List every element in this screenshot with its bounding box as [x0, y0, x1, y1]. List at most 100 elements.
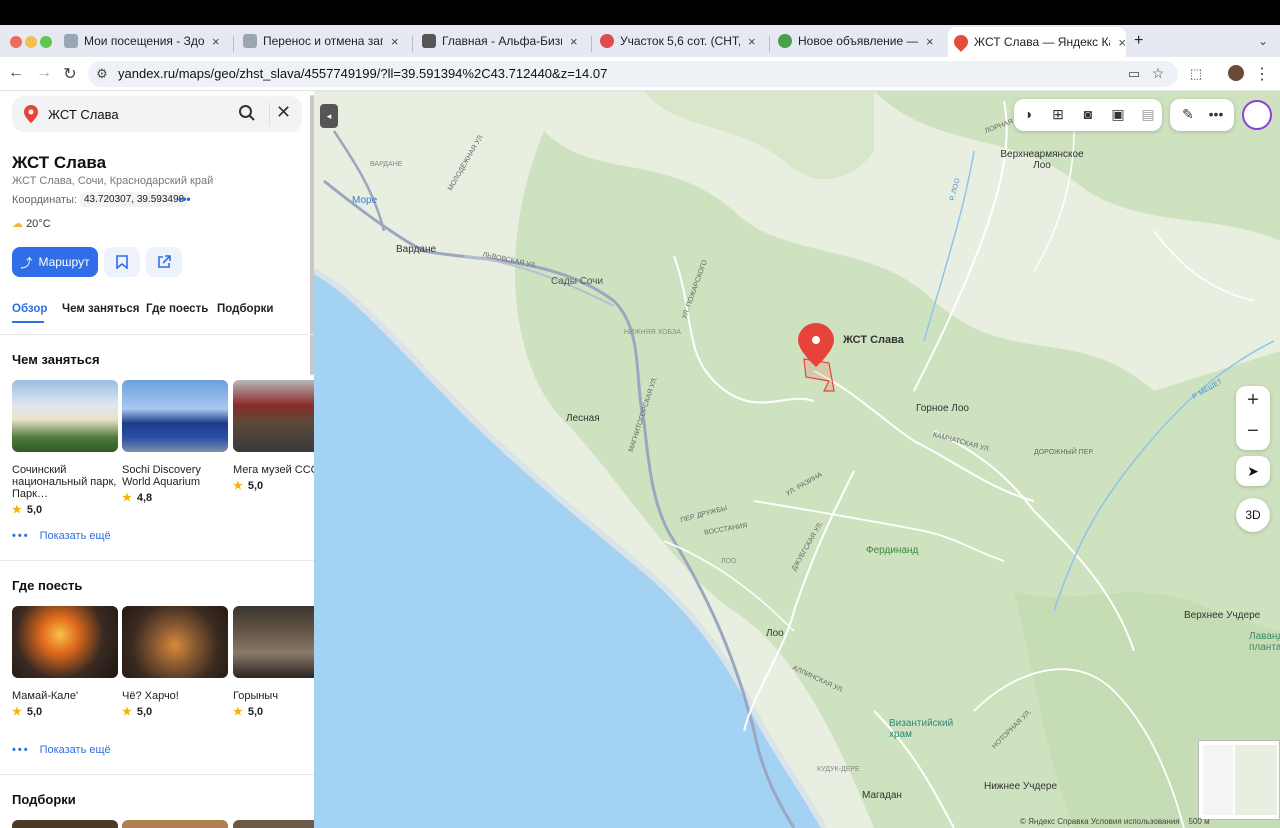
tab-1[interactable]: Мои посещения - Здоровье× — [58, 29, 220, 53]
card-photo — [12, 380, 118, 452]
map-marker-label[interactable]: ЖСТ Слава — [843, 334, 904, 346]
panorama-icon[interactable]: ⊞ — [1048, 106, 1068, 123]
install-app-icon[interactable]: ▭ — [1124, 66, 1144, 82]
tab-2[interactable]: Перенос и отмена записи -× — [237, 29, 399, 53]
route-button[interactable]: ⤴ Маршрут — [12, 247, 98, 277]
route-icon: ⤴ — [20, 255, 33, 270]
tab-close-icon[interactable]: × — [748, 34, 756, 49]
share-icon — [158, 255, 171, 268]
card-name: Чё? Харчо! — [122, 690, 179, 702]
map-place-label[interactable]: Верхнеармянское Лоо — [997, 149, 1087, 171]
zoom-out-button[interactable]: − — [1236, 420, 1270, 443]
tab-5[interactable]: Новое объявление — Объяв× — [772, 29, 934, 53]
map-station-label[interactable]: Лесная — [566, 413, 600, 424]
tab-collections[interactable]: Подборки — [217, 303, 273, 315]
active-tab-indicator — [12, 321, 44, 323]
new-tab-button[interactable]: + — [1128, 29, 1143, 53]
profile-avatar[interactable] — [1228, 65, 1244, 81]
map-poi-label[interactable]: Фердинанд — [866, 545, 918, 556]
map-poi-label[interactable]: Море — [352, 195, 377, 206]
site-settings-icon[interactable]: ⚙ — [92, 66, 112, 82]
reload-icon[interactable]: ↻ — [60, 64, 80, 84]
minimize-window-dot[interactable] — [25, 36, 37, 48]
map-station-label[interactable]: Вардане — [396, 244, 436, 255]
back-icon[interactable]: ← — [6, 64, 26, 82]
map-layers-icon[interactable]: ◑ — [1018, 106, 1038, 122]
tab-active-yandex-maps[interactable]: ЖСТ Слава — Яндекс Карты× — [948, 27, 1126, 57]
show-more-things-to-do[interactable]: ••• Показать ещё — [12, 530, 111, 542]
bookmark-star-icon[interactable]: ☆ — [1148, 65, 1168, 82]
show-more-where-to-eat[interactable]: ••• Показать ещё — [12, 744, 111, 756]
search-box[interactable]: ЖСТ Слава ✕ — [12, 96, 302, 132]
url-text[interactable]: yandex.ru/maps/geo/zhst_slava/4557749199… — [118, 66, 607, 81]
map-station-label[interactable]: Магадан — [862, 790, 902, 801]
tab-overview[interactable]: Обзор — [12, 303, 47, 315]
tab-favicon-icon — [778, 34, 792, 48]
card-photo — [12, 606, 118, 678]
coordinates-more-button[interactable]: ••• — [178, 192, 191, 206]
tab-divider — [412, 36, 413, 52]
extensions-icon[interactable]: ⬚ — [1186, 66, 1206, 82]
map-poi-label[interactable]: Лаванд планта — [1249, 631, 1280, 653]
coordinates-label: Координаты: — [12, 194, 78, 206]
tab-close-icon[interactable]: × — [212, 34, 220, 49]
card-national-park[interactable]: Сочинский национальный парк, Парк… ★ 5,0 — [12, 380, 118, 516]
collapse-sidebar-button[interactable]: ◂ — [320, 104, 338, 128]
divider — [0, 560, 314, 561]
traffic-icon[interactable]: ▤ — [1138, 106, 1158, 123]
clear-search-icon[interactable]: ✕ — [276, 102, 291, 123]
map-marker-icon[interactable] — [798, 323, 834, 367]
card-name: Сочинский национальный парк, Парк… — [12, 464, 117, 500]
maximize-window-dot[interactable] — [40, 36, 52, 48]
coordinates-value[interactable]: 43.720307, 39.593498 — [80, 192, 189, 207]
map-station-label[interactable]: Лоо — [766, 628, 784, 639]
section-title-things-to-do: Чем заняться — [12, 352, 100, 367]
tab-close-icon[interactable]: × — [926, 34, 934, 49]
tab-where-to-eat[interactable]: Где поесть — [146, 303, 208, 315]
card-rating: ★ 5,0 — [12, 504, 43, 516]
section-title-where-to-eat: Где поесть — [12, 578, 83, 593]
close-window-dot[interactable] — [10, 36, 22, 48]
forward-icon[interactable]: → — [34, 64, 54, 82]
tab-4[interactable]: Участок 5,6 сот. (СНТ, ДНП× — [594, 29, 756, 53]
tab-close-icon[interactable]: × — [391, 34, 399, 49]
collection-card-photo[interactable] — [12, 820, 118, 828]
bookmark-button[interactable] — [104, 247, 140, 277]
map-poi-label[interactable]: Сады Сочи — [551, 276, 603, 287]
tab-3[interactable]: Главная - Альфа-Бизнес Он× — [416, 29, 578, 53]
photo-icon[interactable]: ◙ — [1078, 106, 1098, 122]
collection-card-photo[interactable] — [233, 820, 314, 828]
minimap-preview[interactable] — [1198, 740, 1280, 820]
map-place-label[interactable]: Нижнее Учдере — [984, 781, 1057, 792]
map-poi-label[interactable]: Византийский храм — [889, 718, 953, 740]
browser-menu-icon[interactable]: ⋮ — [1252, 64, 1272, 84]
card-aquarium[interactable]: Sochi Discovery World Aquarium ★ 4,8 — [122, 380, 228, 504]
star-icon: ★ — [122, 492, 132, 504]
map-place-label[interactable]: Горное Лоо — [916, 403, 969, 414]
map-canvas[interactable]: ЖСТ Слава Горное Лоо Верхнеармянское Лоо… — [314, 91, 1280, 828]
map-place-label[interactable]: Верхнее Учдере — [1184, 610, 1260, 621]
transport-icon[interactable]: ▣ — [1108, 106, 1128, 123]
more-icon[interactable]: ••• — [1206, 106, 1226, 122]
toggle-3d-button[interactable]: 3D — [1236, 498, 1270, 532]
card-che-harcho[interactable]: Чё? Харчо! ★ 5,0 — [122, 606, 228, 718]
ruler-icon[interactable]: ✎ — [1178, 106, 1198, 123]
plus-icon: + — [1134, 32, 1144, 49]
card-mamai-kale[interactable]: Мамай-Кале' ★ 5,0 — [12, 606, 118, 718]
map-copyright[interactable]: © Яндекс Справка Условия использования — [1020, 817, 1180, 826]
search-icon[interactable] — [238, 104, 256, 127]
star-icon: ★ — [233, 480, 243, 492]
collection-card-photo[interactable] — [122, 820, 228, 828]
caret-left-icon: ◂ — [326, 110, 332, 121]
location-pin-icon — [24, 105, 38, 123]
tab-close-icon[interactable]: × — [1118, 35, 1126, 50]
share-button[interactable] — [146, 247, 182, 277]
tab-list-button[interactable]: ⌄ — [1252, 29, 1268, 53]
zoom-in-button[interactable]: + — [1236, 389, 1270, 412]
tab-close-icon[interactable]: × — [570, 34, 578, 49]
search-input[interactable]: ЖСТ Слава — [48, 107, 119, 122]
tab-divider — [233, 36, 234, 52]
alice-assistant-icon[interactable] — [1242, 100, 1272, 130]
tab-things-to-do[interactable]: Чем заняться — [62, 303, 139, 315]
my-location-button[interactable]: ➤ — [1236, 456, 1270, 486]
